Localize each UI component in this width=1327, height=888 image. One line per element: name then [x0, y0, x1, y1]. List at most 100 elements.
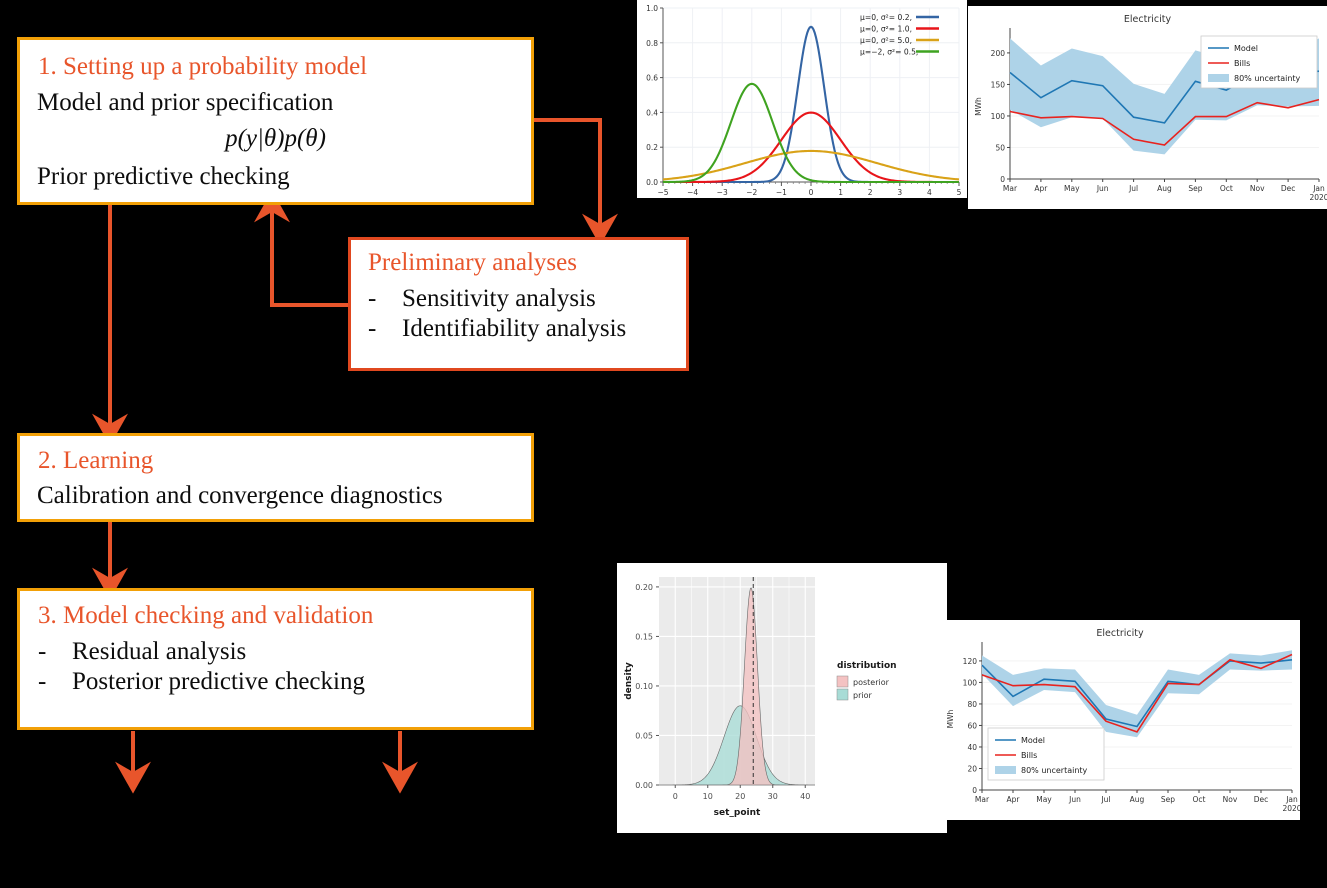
svg-text:60: 60	[967, 721, 977, 730]
electricity-bottom-card: Electricity 0 20 40 60 80 100 120 Mar Apr May Jun Ju…	[940, 620, 1300, 820]
bullet-dash: -	[38, 668, 47, 695]
svg-text:Nov: Nov	[1250, 184, 1265, 193]
svg-text:Jan: Jan	[1312, 184, 1325, 193]
electricity-top-card: Electricity 0 50 100 150 200 Mar Apr May Jun Jul Au…	[968, 6, 1327, 209]
list-item: - Posterior predictive checking	[38, 667, 365, 697]
bullet-text: Identifiability analysis	[402, 315, 627, 342]
svg-text:Model: Model	[1234, 44, 1258, 53]
svg-text:μ=0, σ²= 1.0,: μ=0, σ²= 1.0,	[860, 25, 912, 34]
step2-line1: Calibration and convergence diagnostics	[37, 482, 443, 509]
svg-text:5: 5	[957, 188, 962, 197]
svg-text:Mar: Mar	[975, 795, 990, 804]
bullet-dash: -	[368, 285, 377, 312]
svg-text:100: 100	[963, 678, 978, 687]
svg-text:40: 40	[967, 743, 977, 752]
svg-text:20: 20	[735, 792, 745, 801]
svg-text:prior: prior	[853, 691, 872, 700]
svg-text:80% uncertainty: 80% uncertainty	[1234, 74, 1301, 83]
svg-text:4: 4	[927, 188, 932, 197]
svg-text:2020: 2020	[1282, 804, 1300, 813]
svg-text:50: 50	[995, 143, 1005, 152]
step1-formula: p(y|θ)p(θ)	[225, 125, 326, 152]
svg-text:0: 0	[673, 792, 678, 801]
svg-text:Jul: Jul	[1128, 184, 1138, 193]
preliminary-title: Preliminary analyses	[368, 249, 577, 276]
step2-box[interactable]: 2. Learning Calibration and convergence …	[17, 433, 534, 522]
svg-text:0.20: 0.20	[635, 583, 653, 592]
svg-text:Apr: Apr	[1007, 795, 1021, 804]
svg-text:μ=0, σ²= 0.2,: μ=0, σ²= 0.2,	[860, 13, 912, 22]
svg-text:−3: −3	[717, 188, 728, 197]
svg-text:−1: −1	[776, 188, 787, 197]
gaussian-pdf-card: 0.0 0.2 0.4 0.6 0.8 1.0 −5 −4 −3 −2 −1 0 1 2 3 4 5 μ=0, σ…	[637, 0, 967, 198]
svg-text:Aug: Aug	[1130, 795, 1145, 804]
bullet-text: Residual analysis	[72, 638, 247, 665]
diagram-canvas: 1. Setting up a probability model Model …	[0, 0, 1327, 888]
svg-text:May: May	[1036, 795, 1052, 804]
svg-text:distribution: distribution	[837, 661, 897, 671]
step2-title: 2. Learning	[38, 447, 154, 474]
svg-text:80: 80	[967, 700, 977, 709]
svg-text:20: 20	[967, 764, 977, 773]
svg-text:1.0: 1.0	[646, 4, 658, 13]
svg-text:0.15: 0.15	[635, 632, 653, 641]
svg-text:Bills: Bills	[1021, 751, 1037, 760]
density-setpoint-chart: 0.00 0.05 0.10 0.15 0.20 0 10 20 30 40 set_point de…	[617, 563, 947, 833]
svg-text:Dec: Dec	[1254, 795, 1269, 804]
svg-text:3: 3	[897, 188, 902, 197]
svg-text:100: 100	[991, 112, 1006, 121]
preliminary-analyses-box[interactable]: Preliminary analyses - Sensitivity analy…	[348, 237, 689, 371]
svg-text:Aug: Aug	[1157, 184, 1172, 193]
svg-text:200: 200	[991, 49, 1006, 58]
gaussian-pdf-chart: 0.0 0.2 0.4 0.6 0.8 1.0 −5 −4 −3 −2 −1 0 1 2 3 4 5 μ=0, σ…	[637, 0, 967, 198]
svg-text:0.05: 0.05	[635, 731, 653, 740]
step3-box[interactable]: 3. Model checking and validation - Resid…	[17, 588, 534, 730]
svg-text:Dec: Dec	[1281, 184, 1296, 193]
step3-bullet-list: - Residual analysis - Posterior predicti…	[38, 637, 365, 697]
list-item: - Identifiability analysis	[368, 314, 626, 344]
svg-text:0.0: 0.0	[646, 178, 658, 187]
svg-text:Jan: Jan	[1285, 795, 1298, 804]
svg-text:posterior: posterior	[853, 678, 890, 687]
bullet-text: Sensitivity analysis	[402, 285, 596, 312]
svg-text:0.8: 0.8	[646, 39, 658, 48]
list-item: - Residual analysis	[38, 637, 365, 667]
svg-text:Apr: Apr	[1034, 184, 1048, 193]
svg-text:−4: −4	[687, 188, 698, 197]
svg-text:0.4: 0.4	[646, 108, 658, 117]
svg-text:0: 0	[1000, 175, 1005, 184]
svg-text:May: May	[1064, 184, 1080, 193]
svg-text:set_point: set_point	[714, 808, 761, 818]
bullet-dash: -	[368, 315, 377, 342]
svg-text:density: density	[624, 662, 634, 700]
electricity-bottom-chart: Electricity 0 20 40 60 80 100 120 Mar Apr May Jun Ju…	[940, 620, 1300, 820]
svg-text:0: 0	[972, 786, 977, 795]
svg-text:Jul: Jul	[1100, 795, 1110, 804]
step1-line2: Prior predictive checking	[37, 163, 290, 190]
svg-text:Jun: Jun	[1068, 795, 1081, 804]
svg-text:0.00: 0.00	[635, 781, 653, 790]
svg-text:Electricity: Electricity	[1096, 628, 1144, 639]
svg-text:−2: −2	[746, 188, 757, 197]
svg-text:Oct: Oct	[1220, 184, 1233, 193]
density-setpoint-card: 0.00 0.05 0.10 0.15 0.20 0 10 20 30 40 set_point de…	[617, 563, 947, 833]
svg-text:MWh: MWh	[974, 97, 983, 116]
step1-title: 1. Setting up a probability model	[38, 53, 368, 80]
svg-text:0.6: 0.6	[646, 74, 658, 83]
svg-text:Sep: Sep	[1188, 184, 1202, 193]
svg-text:30: 30	[768, 792, 778, 801]
svg-text:0.2: 0.2	[646, 143, 658, 152]
arrow-preliminary-to-step1	[254, 190, 349, 307]
svg-text:Model: Model	[1021, 736, 1045, 745]
svg-text:2: 2	[868, 188, 873, 197]
step1-box[interactable]: 1. Setting up a probability model Model …	[17, 37, 534, 205]
svg-text:1: 1	[838, 188, 843, 197]
svg-text:80% uncertainty: 80% uncertainty	[1021, 766, 1088, 775]
svg-text:120: 120	[963, 657, 978, 666]
step1-line1: Model and prior specification	[37, 89, 334, 116]
svg-text:Nov: Nov	[1223, 795, 1238, 804]
bullet-dash: -	[38, 638, 47, 665]
arrow-step1-to-preliminary	[534, 118, 618, 246]
svg-text:Sep: Sep	[1161, 795, 1175, 804]
svg-text:0: 0	[809, 188, 814, 197]
